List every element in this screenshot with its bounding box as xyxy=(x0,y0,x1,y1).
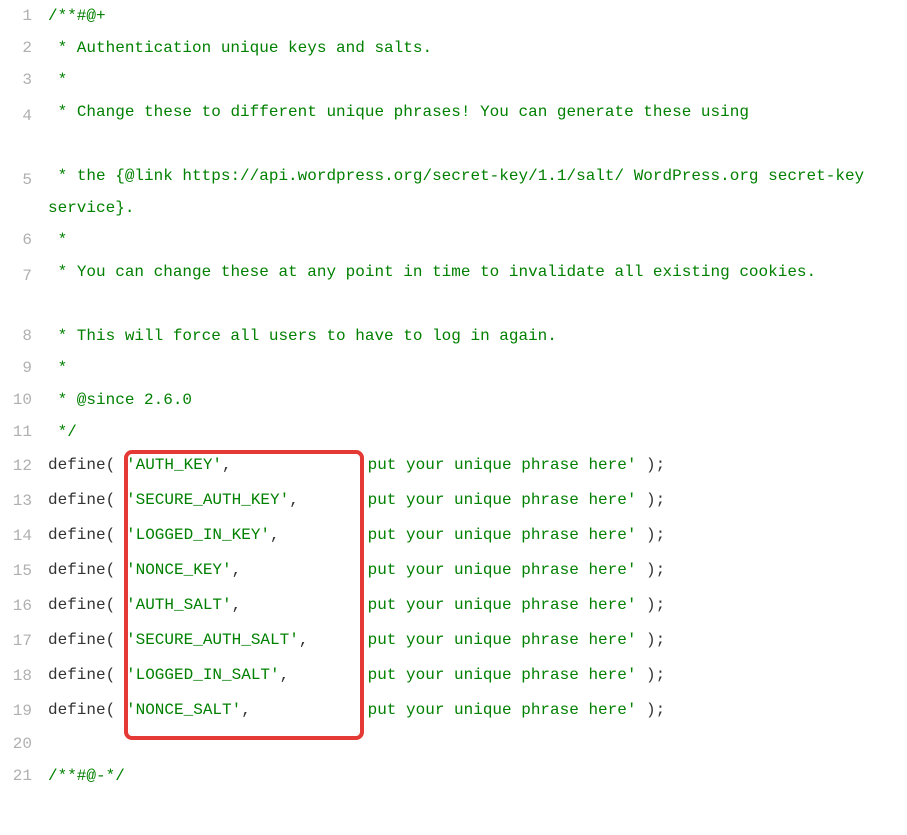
define-key: 'LOGGED_IN_KEY' xyxy=(126,526,270,544)
line-number: 15 xyxy=(0,553,32,588)
define-value: 'put your unique phrase here' xyxy=(358,701,636,719)
comment-line: /**#@+ xyxy=(48,7,106,25)
comment-line: * Authentication unique keys and salts. xyxy=(48,39,432,57)
comment-line: * xyxy=(48,231,67,249)
line-number: 16 xyxy=(0,588,32,623)
define-value: 'put your unique phrase here' xyxy=(358,631,636,649)
define-value: 'put your unique phrase here' xyxy=(358,561,636,579)
define-key: 'SECURE_AUTH_SALT' xyxy=(126,631,299,649)
line-number: 10 xyxy=(0,384,32,416)
define-fn: define xyxy=(48,456,106,474)
comment-line: * This will force all users to have to l… xyxy=(48,327,557,345)
line-number: 18 xyxy=(0,658,32,693)
comment-line: * @since 2.6.0 xyxy=(48,391,192,409)
define-key: 'AUTH_SALT' xyxy=(126,596,232,614)
comma: , xyxy=(222,456,232,474)
line-number: 17 xyxy=(0,623,32,658)
line-number: 5 xyxy=(0,160,32,224)
line-number: 4 xyxy=(0,96,32,160)
define-secure-auth-key: define( 'SECURE_AUTH_KEY', 'put your uni… xyxy=(48,483,899,518)
line-number: 2 xyxy=(0,32,32,64)
comment-line: * xyxy=(48,359,67,377)
define-nonce-salt: define( 'NONCE_SALT', 'put your unique p… xyxy=(48,693,899,728)
define-nonce-key: define( 'NONCE_KEY', 'put your unique ph… xyxy=(48,553,899,588)
line-number: 11 xyxy=(0,416,32,448)
blank-line xyxy=(48,728,899,760)
define-key: 'NONCE_SALT' xyxy=(126,701,241,719)
define-key: 'AUTH_KEY' xyxy=(126,456,222,474)
comment-line: * You can change these at any point in t… xyxy=(48,263,816,281)
define-key: 'SECURE_AUTH_KEY' xyxy=(126,491,289,509)
line-number: 7 xyxy=(0,256,32,320)
line-number: 20 xyxy=(0,728,32,760)
open-paren: ( xyxy=(106,456,116,474)
line-number: 3 xyxy=(0,64,32,96)
line-number: 12 xyxy=(0,448,32,483)
comment-line: */ xyxy=(48,423,77,441)
define-key: 'LOGGED_IN_SALT' xyxy=(126,666,280,684)
line-number: 6 xyxy=(0,224,32,256)
define-value: 'put your unique phrase here' xyxy=(358,491,636,509)
line-number: 13 xyxy=(0,483,32,518)
define-value: 'put your unique phrase here' xyxy=(358,596,636,614)
line-number: 19 xyxy=(0,693,32,728)
comment-line: /**#@-*/ xyxy=(48,767,125,785)
line-number: 1 xyxy=(0,0,32,32)
define-key: 'NONCE_KEY' xyxy=(126,561,232,579)
comment-line: * Change these to different unique phras… xyxy=(48,103,749,121)
comment-line: * the {@link https://api.wordpress.org/s… xyxy=(48,167,874,217)
line-number-gutter: 1 2 3 4 5 6 7 8 9 10 11 12 13 14 15 16 1… xyxy=(0,0,40,824)
line-number: 14 xyxy=(0,518,32,553)
define-auth-key: define( 'AUTH_KEY', 'put your unique phr… xyxy=(48,448,899,483)
define-value: 'put your unique phrase here' xyxy=(358,666,636,684)
line-number: 9 xyxy=(0,352,32,384)
define-logged-in-key: define( 'LOGGED_IN_KEY', 'put your uniqu… xyxy=(48,518,899,553)
comment-line: * xyxy=(48,71,67,89)
line-number: 21 xyxy=(0,760,32,792)
close-paren: ); xyxy=(636,456,665,474)
define-secure-auth-salt: define( 'SECURE_AUTH_SALT', 'put your un… xyxy=(48,623,899,658)
define-value: 'put your unique phrase here' xyxy=(358,456,636,474)
define-value: 'put your unique phrase here' xyxy=(358,526,636,544)
code-area[interactable]: /**#@+ * Authentication unique keys and … xyxy=(40,0,907,824)
define-logged-in-salt: define( 'LOGGED_IN_SALT', 'put your uniq… xyxy=(48,658,899,693)
define-auth-salt: define( 'AUTH_SALT', 'put your unique ph… xyxy=(48,588,899,623)
blank-line xyxy=(48,792,899,824)
line-number: 8 xyxy=(0,320,32,352)
